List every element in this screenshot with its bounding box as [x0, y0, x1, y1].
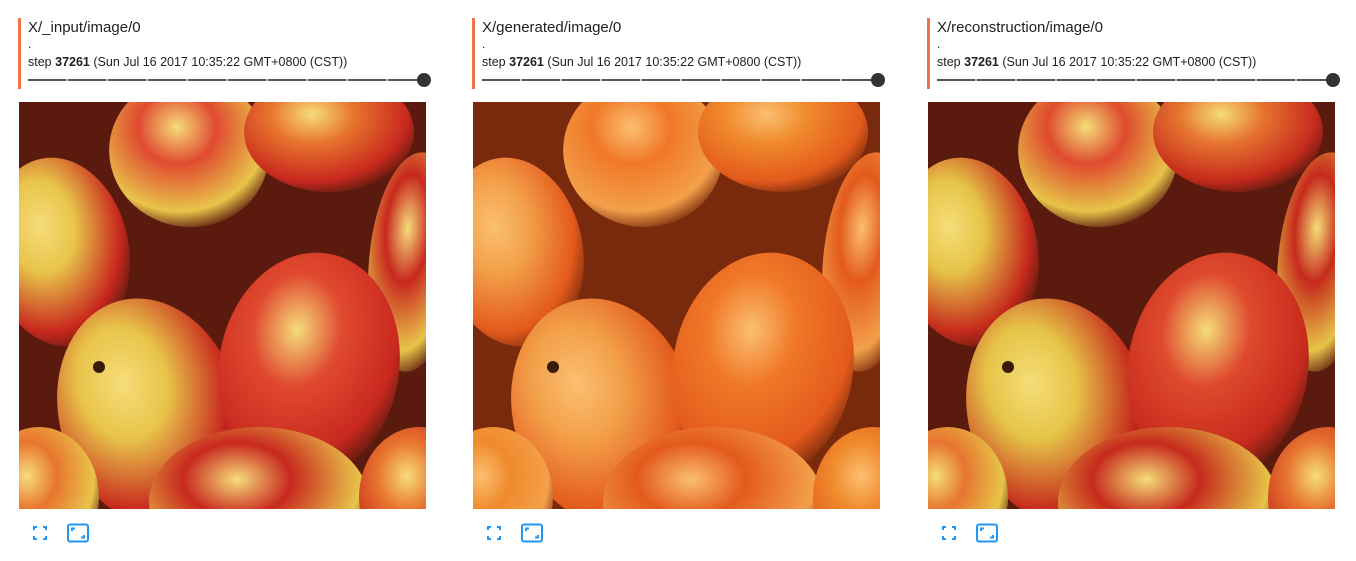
image-display	[19, 102, 426, 509]
step-label: step	[937, 55, 961, 69]
card-title: X/reconstruction/image/0	[937, 19, 1103, 36]
image-display	[473, 102, 880, 509]
fullscreen-icon	[487, 526, 501, 540]
fullscreen-icon	[33, 526, 47, 540]
card-subtitle-dot: .	[28, 37, 32, 51]
step-info: step 37261 (Sun Jul 16 2017 10:35:22 GMT…	[482, 54, 801, 70]
image-card-input: X/_input/image/0 . step 37261 (Sun Jul 1…	[18, 18, 431, 548]
peach-stem	[547, 361, 559, 373]
card-title: X/generated/image/0	[482, 19, 622, 36]
fit-to-screen-button[interactable]	[520, 521, 544, 545]
step-slider-ticks	[482, 79, 876, 81]
fit-to-screen-button[interactable]	[66, 521, 90, 545]
fit-to-screen-icon	[976, 523, 998, 543]
step-slider-ticks	[937, 79, 1331, 81]
step-timestamp: (Sun Jul 16 2017 10:35:22 GMT+0800 (CST)…	[1002, 55, 1257, 69]
card-title: X/_input/image/0	[28, 19, 141, 36]
fit-to-screen-button[interactable]	[975, 521, 999, 545]
step-slider-knob[interactable]	[871, 73, 885, 87]
fullscreen-button[interactable]	[937, 521, 961, 545]
card-accent-bar	[18, 18, 21, 89]
step-info: step 37261 (Sun Jul 16 2017 10:35:22 GMT…	[937, 54, 1256, 70]
step-slider-knob[interactable]	[417, 73, 431, 87]
peaches-image	[473, 102, 880, 509]
step-timestamp: (Sun Jul 16 2017 10:35:22 GMT+0800 (CST)…	[547, 55, 802, 69]
step-number: 37261	[964, 55, 999, 69]
fit-to-screen-icon	[67, 523, 89, 543]
card-accent-bar	[472, 18, 475, 89]
peaches-image	[928, 102, 1335, 509]
step-timestamp: (Sun Jul 16 2017 10:35:22 GMT+0800 (CST)…	[93, 55, 348, 69]
step-slider-ticks	[28, 79, 422, 81]
image-display	[928, 102, 1335, 509]
fullscreen-button[interactable]	[482, 521, 506, 545]
step-number: 37261	[55, 55, 90, 69]
fullscreen-icon	[942, 526, 956, 540]
step-label: step	[28, 55, 52, 69]
fullscreen-button[interactable]	[28, 521, 52, 545]
image-card-generated: X/generated/image/0 . step 37261 (Sun Ju…	[472, 18, 885, 548]
card-subtitle-dot: .	[482, 37, 486, 51]
step-label: step	[482, 55, 506, 69]
card-subtitle-dot: .	[937, 37, 941, 51]
card-accent-bar	[927, 18, 930, 89]
step-info: step 37261 (Sun Jul 16 2017 10:35:22 GMT…	[28, 54, 347, 70]
step-slider-knob[interactable]	[1326, 73, 1340, 87]
image-card-reconstruction: X/reconstruction/image/0 . step 37261 (S…	[927, 18, 1340, 548]
fit-to-screen-icon	[521, 523, 543, 543]
peach-stem	[1002, 361, 1014, 373]
peaches-image	[19, 102, 426, 509]
peach-stem	[93, 361, 105, 373]
step-number: 37261	[509, 55, 544, 69]
